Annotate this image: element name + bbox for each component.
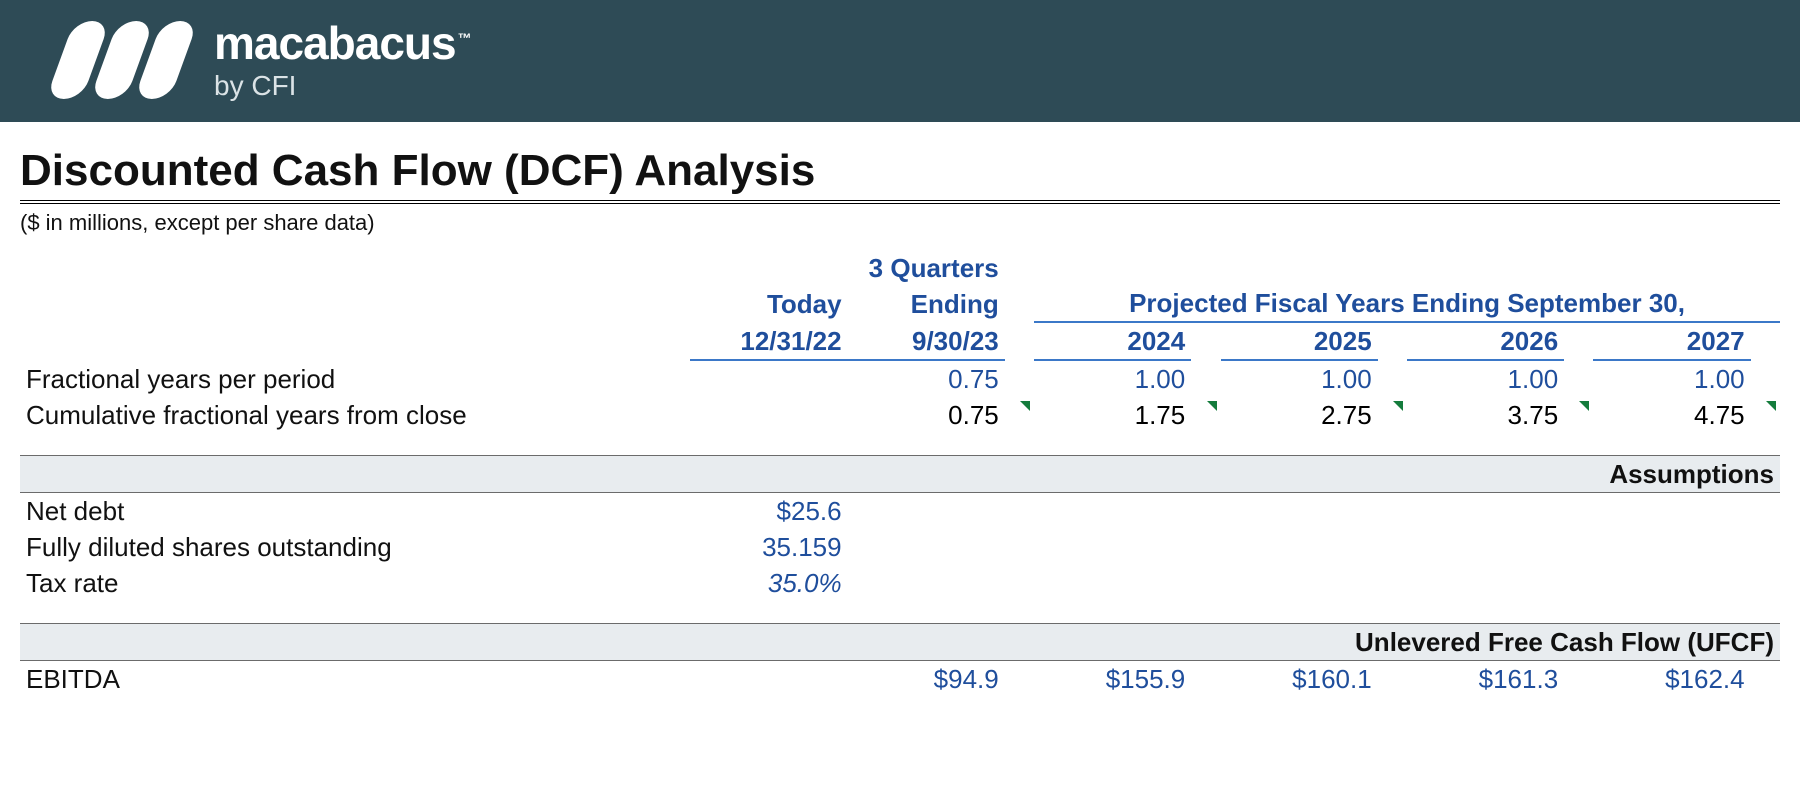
val-cum-2027: 4.75 <box>1593 397 1750 433</box>
val-cum-2024: 1.75 <box>1034 397 1191 433</box>
val-ebitda-2025: $160.1 <box>1221 661 1378 698</box>
label-net-debt: Net debt <box>20 493 690 530</box>
brand-text: macabacus™ by CFI <box>214 20 471 100</box>
cell-flag-icon <box>1564 397 1593 433</box>
val-cum-2025: 2.75 <box>1221 397 1378 433</box>
cell-flag-icon <box>1005 397 1034 433</box>
val-net-debt: $25.6 <box>690 493 847 530</box>
hdr-year-2025: 2025 <box>1221 322 1378 360</box>
row-ebitda: EBITDA $94.9 $155.9 $160.1 $161.3 $162.4 <box>20 661 1780 698</box>
row-shares: Fully diluted shares outstanding 35.159 <box>20 529 1780 565</box>
val-ebitda-2026: $161.3 <box>1407 661 1564 698</box>
hdr-today: Today <box>690 286 847 322</box>
section-ufcf-title: Unlevered Free Cash Flow (UFCF) <box>20 624 1780 661</box>
brand-name: macabacus <box>214 17 456 69</box>
hdr-today-date: 12/31/22 <box>690 322 847 360</box>
brand-logo-icon <box>60 21 184 99</box>
label-ebitda: EBITDA <box>20 661 690 698</box>
hdr-stub-l2: Ending <box>848 286 1005 322</box>
label-cum: Cumulative fractional years from close <box>20 397 690 433</box>
cell-flag-icon <box>1751 397 1780 433</box>
brand-tm: ™ <box>458 30 471 46</box>
hdr-stub-date: 9/30/23 <box>848 322 1005 360</box>
hdr-year-2024: 2024 <box>1034 322 1191 360</box>
val-tax: 35.0% <box>690 565 847 601</box>
hdr-year-2026: 2026 <box>1407 322 1564 360</box>
cell-flag-icon <box>1191 397 1220 433</box>
page-title: Discounted Cash Flow (DCF) Analysis <box>20 146 1780 196</box>
row-fractional-years: Fractional years per period 0.75 1.00 1.… <box>20 360 1780 397</box>
label-tax: Tax rate <box>20 565 690 601</box>
val-frac-2025: 1.00 <box>1221 360 1378 397</box>
val-frac-2024: 1.00 <box>1034 360 1191 397</box>
subtitle: ($ in millions, except per share data) <box>20 210 1780 236</box>
val-ebitda-stub: $94.9 <box>848 661 1005 698</box>
row-tax-rate: Tax rate 35.0% <box>20 565 1780 601</box>
val-frac-2027: 1.00 <box>1593 360 1750 397</box>
val-cum-stub: 0.75 <box>848 397 1005 433</box>
hdr-proj-span: Projected Fiscal Years Ending September … <box>1034 250 1780 322</box>
val-ebitda-2024: $155.9 <box>1034 661 1191 698</box>
title-rule <box>20 200 1780 204</box>
dcf-table: 3 Quarters Projected Fiscal Years Ending… <box>20 250 1780 697</box>
row-net-debt: Net debt $25.6 <box>20 493 1780 530</box>
hdr-stub-l1: 3 Quarters <box>848 250 1005 286</box>
section-assumptions-title: Assumptions <box>20 456 1780 493</box>
row-cumulative-years: Cumulative fractional years from close 0… <box>20 397 1780 433</box>
brand-header: macabacus™ by CFI <box>0 0 1800 122</box>
val-cum-2026: 3.75 <box>1407 397 1564 433</box>
section-ufcf: Unlevered Free Cash Flow (UFCF) <box>20 624 1780 661</box>
val-frac-stub: 0.75 <box>848 360 1005 397</box>
brand-byline: by CFI <box>214 72 471 100</box>
val-shares: 35.159 <box>690 529 847 565</box>
hdr-year-2027: 2027 <box>1593 322 1750 360</box>
section-assumptions: Assumptions <box>20 456 1780 493</box>
val-ebitda-2027: $162.4 <box>1593 661 1750 698</box>
cell-flag-icon <box>1378 397 1407 433</box>
val-frac-2026: 1.00 <box>1407 360 1564 397</box>
label-shares: Fully diluted shares outstanding <box>20 529 690 565</box>
label-frac: Fractional years per period <box>20 360 690 397</box>
